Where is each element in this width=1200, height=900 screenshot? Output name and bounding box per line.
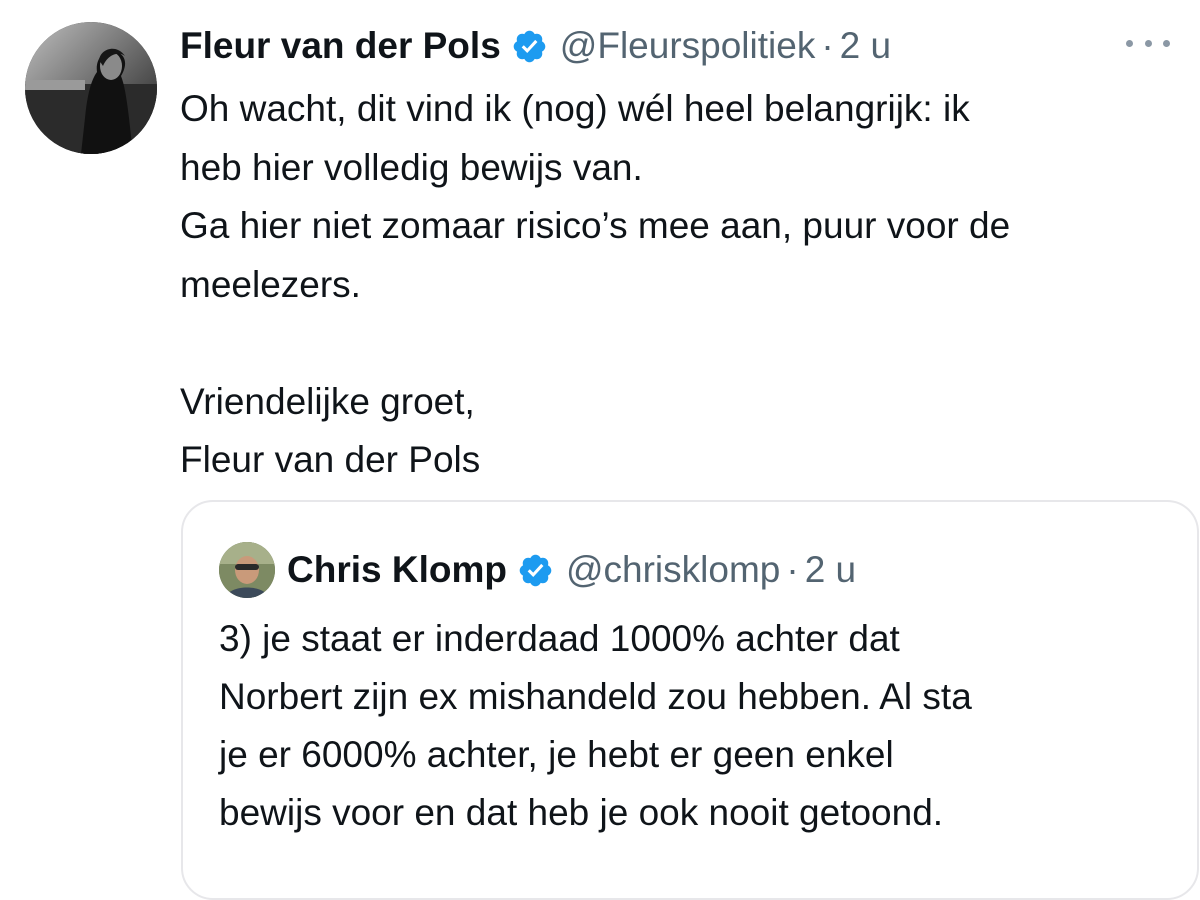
- more-horizontal-icon: [1163, 39, 1170, 47]
- tweet-header: Fleur van der Pols @Fleurspolitiek · 2 u: [180, 18, 891, 74]
- quoted-text-line: bewijs voor en dat heb je ook nooit geto…: [219, 792, 944, 833]
- timestamp[interactable]: 2 u: [840, 25, 891, 67]
- quoted-author-name: Chris Klomp: [287, 549, 507, 590]
- tweet-text-line: Oh wacht, dit vind ik (nog) wél heel bel…: [180, 88, 970, 129]
- quoted-tweet-text: 3) je staat er inderdaad 1000% achter da…: [219, 610, 1189, 842]
- quoted-timestamp: 2 u: [804, 549, 857, 590]
- more-options-button[interactable]: [1126, 30, 1170, 56]
- quoted-text-line: 3) je staat er inderdaad 1000% achter da…: [219, 618, 900, 659]
- tweet-text: Oh wacht, dit vind ik (nog) wél heel bel…: [180, 80, 1190, 490]
- tweet-text-line: Fleur van der Pols: [180, 439, 481, 480]
- separator-dot: ·: [821, 25, 834, 66]
- tweet-text-line: Ga hier niet zomaar risico’s mee aan, pu…: [180, 205, 1011, 246]
- tweet-text-line: meelezers.: [180, 263, 361, 305]
- author-name[interactable]: Fleur van der Pols: [180, 25, 501, 67]
- quoted-text-line: Norbert zijn ex mishandeld zou hebben. A…: [219, 676, 972, 717]
- author-avatar[interactable]: [25, 22, 157, 154]
- quoted-tweet-card[interactable]: Chris Klomp @chrisklomp · 2 u 3) je staa…: [181, 500, 1199, 900]
- quoted-tweet-header: Chris Klomp @chrisklomp · 2 u: [287, 540, 856, 600]
- tweet-text-line: heb hier volledig bewijs van.: [180, 146, 643, 188]
- verified-badge-icon: [511, 28, 548, 65]
- more-horizontal-icon: [1144, 39, 1152, 47]
- tweet-text-line: [180, 314, 1190, 373]
- tweet[interactable]: Fleur van der Pols @Fleurspolitiek · 2 u…: [0, 0, 1200, 900]
- verified-badge-icon: [517, 552, 554, 589]
- quoted-text-line: je er 6000% achter, je hebt er geen enke…: [219, 734, 894, 775]
- author-handle[interactable]: @Fleurspolitiek: [560, 25, 816, 67]
- quoted-author-avatar: [219, 542, 275, 598]
- separator-dot: ·: [786, 549, 799, 590]
- more-horizontal-icon: [1126, 39, 1133, 47]
- tweet-text-line: Vriendelijke groet,: [180, 380, 475, 422]
- quoted-author-handle: @chrisklomp: [565, 549, 781, 590]
